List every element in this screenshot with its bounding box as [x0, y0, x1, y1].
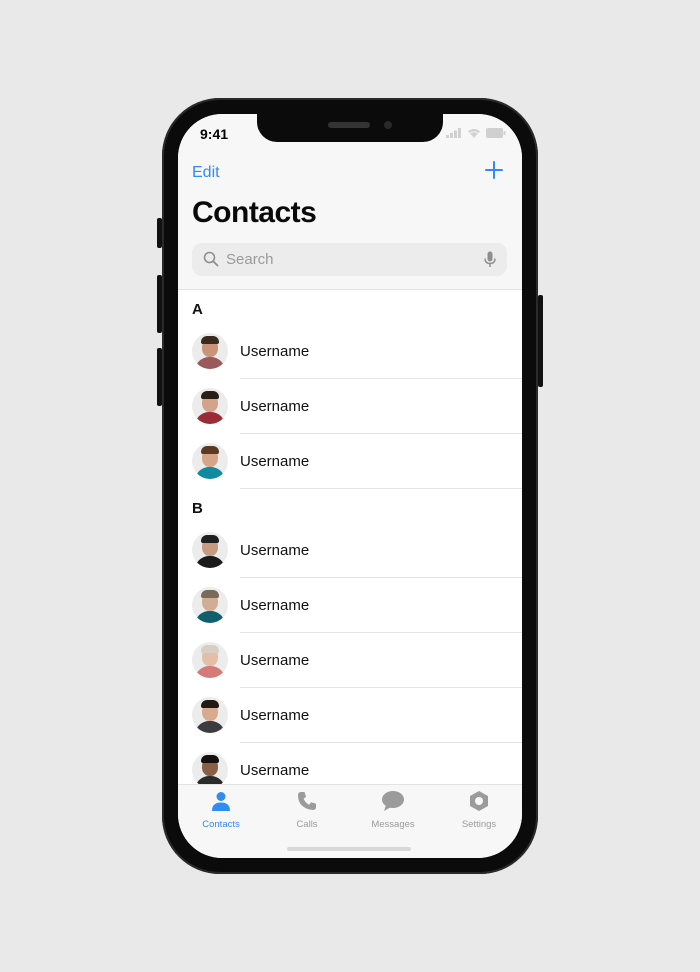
avatar-shirt [195, 467, 225, 479]
contact-name: Username [240, 707, 310, 724]
avatar-shirt [195, 357, 225, 369]
contact-name: Username [240, 762, 310, 779]
contact-row[interactable]: Username [178, 743, 522, 784]
contact-name: Username [240, 542, 310, 559]
avatar-hair [201, 645, 219, 653]
contact-name: Username [240, 453, 310, 470]
contact-name: Username [240, 597, 310, 614]
avatar [192, 388, 228, 424]
page-title: Contacts [192, 196, 317, 229]
avatar-hair [201, 590, 219, 598]
side-button-volume-up [157, 275, 162, 333]
side-button-power [538, 295, 543, 387]
phone-screen: 9:41 Edit Contacts Search A Username Use… [178, 114, 522, 858]
edit-button[interactable]: Edit [192, 164, 220, 182]
tab-messages[interactable]: Messages [350, 790, 436, 830]
side-button-volume-down [157, 348, 162, 406]
search-icon [203, 251, 219, 267]
avatar-shirt [195, 666, 225, 678]
contact-row[interactable]: Username [178, 688, 522, 743]
contact-name: Username [240, 343, 310, 360]
contact-row[interactable]: Username [178, 379, 522, 434]
avatar [192, 443, 228, 479]
contact-row[interactable]: Username [178, 633, 522, 688]
tab-label: Settings [461, 819, 497, 830]
home-indicator[interactable] [287, 847, 411, 851]
avatar-shirt [195, 721, 225, 733]
search-bar[interactable]: Search [192, 243, 507, 276]
contact-row[interactable]: Username [178, 523, 522, 578]
gear-hexagon-icon [470, 791, 488, 811]
avatar-hair [201, 391, 219, 399]
contact-row[interactable]: Username [178, 578, 522, 633]
contact-name: Username [240, 398, 310, 415]
row-divider [240, 488, 522, 489]
wifi-icon [468, 129, 480, 138]
avatar [192, 697, 228, 733]
tab-contacts[interactable]: Contacts [178, 790, 264, 830]
signal-icon [446, 128, 461, 138]
tab-bar: Contacts Calls Messages Settings [178, 784, 522, 858]
front-camera [384, 121, 392, 129]
avatar [192, 587, 228, 623]
microphone-icon[interactable] [484, 251, 496, 268]
contact-row[interactable]: Username [178, 324, 522, 379]
speaker [328, 122, 370, 128]
contact-row[interactable]: Username [178, 434, 522, 489]
avatar-shirt [195, 412, 225, 424]
search-placeholder: Search [226, 251, 274, 268]
phone-icon [298, 792, 316, 810]
battery-icon [486, 128, 506, 138]
avatar [192, 333, 228, 369]
avatar-hair [201, 755, 219, 763]
tab-settings[interactable]: Settings [436, 790, 522, 830]
person-icon [212, 792, 230, 811]
chat-bubble-icon [382, 791, 404, 811]
avatar-hair [201, 336, 219, 344]
contact-list[interactable]: A Username Username Username B Username Userna… [178, 290, 522, 784]
tab-calls[interactable]: Calls [264, 790, 350, 830]
avatar [192, 752, 228, 784]
side-button-silent [157, 218, 162, 248]
section-header: B [192, 500, 203, 517]
avatar-shirt [195, 611, 225, 623]
contact-name: Username [240, 652, 310, 669]
section-header: A [192, 301, 203, 318]
status-icons [446, 128, 506, 138]
notch [257, 114, 443, 142]
avatar-hair [201, 700, 219, 708]
avatar [192, 532, 228, 568]
plus-icon[interactable] [484, 160, 504, 180]
nav-header: 9:41 Edit Contacts Search [178, 114, 522, 290]
tab-label: Messages [371, 819, 415, 830]
avatar-shirt [195, 556, 225, 568]
avatar-shirt [195, 776, 225, 784]
avatar-hair [201, 446, 219, 454]
avatar [192, 642, 228, 678]
tab-label: Contacts [202, 819, 240, 830]
status-time: 9:41 [200, 126, 229, 142]
tab-label: Calls [296, 819, 318, 830]
avatar-hair [201, 535, 219, 543]
